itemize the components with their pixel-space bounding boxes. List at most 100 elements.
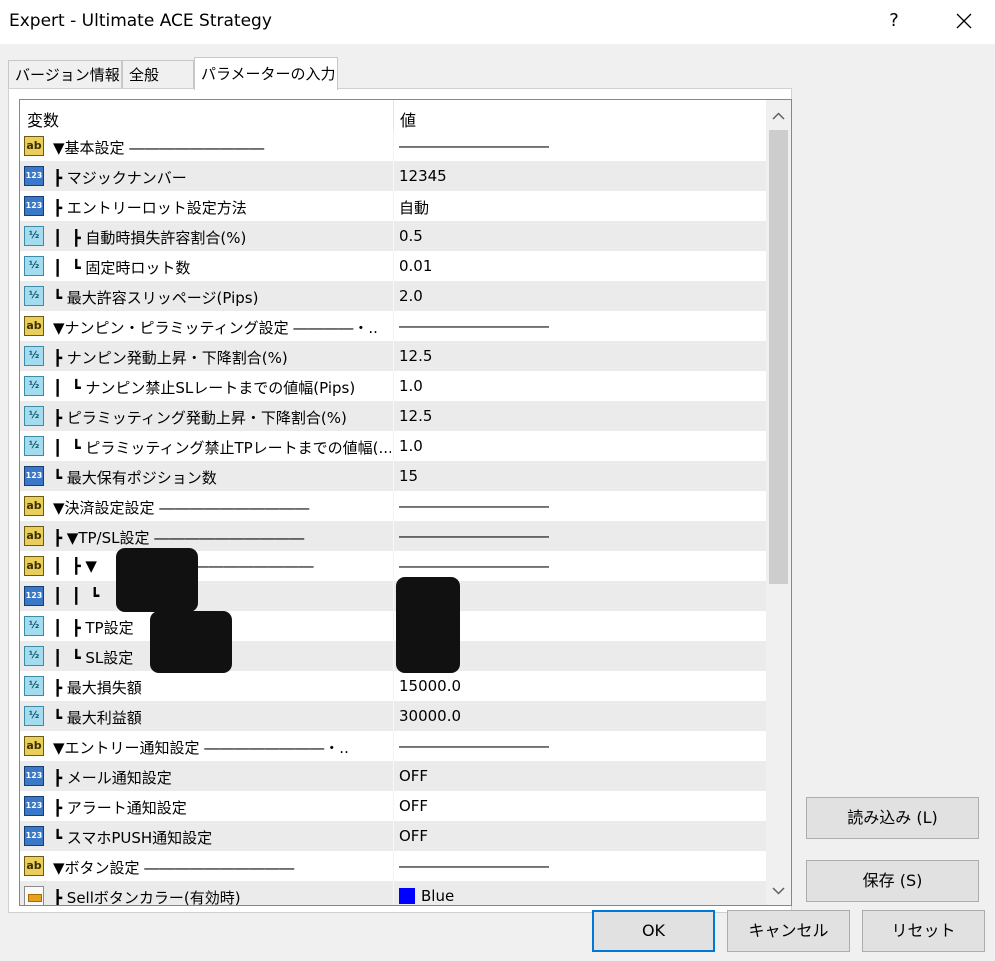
parameter-row[interactable]: 123 ┣ エントリーロット設定方法 自動 <box>20 191 766 221</box>
double-half-icon: ½ <box>24 616 44 636</box>
parameter-row[interactable]: ½ ┗ 最大許容スリッページ(Pips) 2.0 <box>20 281 766 311</box>
column-header-value[interactable]: 値 <box>400 107 416 131</box>
parameter-row[interactable]: 123 ┣ マジックナンバー 12345 <box>20 161 766 191</box>
redaction-block <box>150 611 232 673</box>
parameter-value[interactable]: 1.0 <box>399 437 759 455</box>
parameter-value-text: ―――――――――― <box>399 497 549 515</box>
parameter-row[interactable]: ½ ┃ ┗ ピラミッティング禁止TPレートまでの値幅(... 1.0 <box>20 431 766 461</box>
vertical-scrollbar[interactable] <box>766 100 791 905</box>
parameter-value-text: 0.5 <box>399 227 423 245</box>
row-divider <box>393 701 394 731</box>
row-divider <box>393 491 394 521</box>
parameter-row[interactable]: ab ▼エントリー通知設定 ――――――――・.. ―――――――――― <box>20 731 766 761</box>
parameter-value-text: ―――――――――― <box>399 857 549 875</box>
scroll-thumb[interactable] <box>769 130 788 584</box>
scroll-up-button[interactable] <box>766 103 791 129</box>
column-divider[interactable] <box>393 100 394 131</box>
help-button[interactable]: ? <box>876 6 912 36</box>
parameter-value[interactable]: ―――――――――― <box>399 737 759 755</box>
parameter-value[interactable]: ―――――――――― <box>399 527 759 545</box>
row-divider <box>393 791 394 821</box>
load-button[interactable]: 読み込み (L) <box>806 797 979 839</box>
parameter-value[interactable]: 0.01 <box>399 257 759 275</box>
parameter-name: ▼エントリー通知設定 ――――――――・.. <box>53 739 349 757</box>
integer-123-icon: 123 <box>24 766 44 786</box>
parameter-value[interactable]: ―――――――――― <box>399 317 759 335</box>
scroll-down-button[interactable] <box>766 878 791 904</box>
color-icon <box>24 886 44 905</box>
parameter-value[interactable]: 12.5 <box>399 347 759 365</box>
row-divider <box>393 371 394 401</box>
parameter-value-text: 2.0 <box>399 287 423 305</box>
double-half-icon: ½ <box>24 646 44 666</box>
parameter-row[interactable]: ½ ┣ ナンピン発動上昇・下降割合(%) 12.5 <box>20 341 766 371</box>
parameter-value-text: OFF <box>399 827 429 845</box>
parameter-value[interactable]: 自動 <box>399 197 759 218</box>
parameter-row[interactable]: 123 ┗ 最大保有ポジション数 15 <box>20 461 766 491</box>
parameter-row[interactable]: ┣ Sellボタンカラー(有効時) Blue <box>20 881 766 905</box>
parameter-value[interactable]: 0.5 <box>399 227 759 245</box>
parameter-row[interactable]: ½ ┃ ┗ 固定時ロット数 0.01 <box>20 251 766 281</box>
parameter-row[interactable]: ½ ┃ ┣ 自動時損失許容割合(%) 0.5 <box>20 221 766 251</box>
parameter-name: ┗ 最大保有ポジション数 <box>53 469 217 487</box>
parameter-value[interactable]: ―――――――――― <box>399 557 759 575</box>
parameter-row[interactable]: ½ ┃ ┗ ナンピン禁止SLレートまでの値幅(Pips) 1.0 <box>20 371 766 401</box>
tab-general[interactable]: 全般 <box>122 60 194 89</box>
parameter-value[interactable]: 15 <box>399 467 759 485</box>
parameter-value[interactable]: 2.0 <box>399 287 759 305</box>
parameter-value[interactable]: 15000.0 <box>399 677 759 695</box>
parameter-value[interactable]: ―――――――――― <box>399 137 759 155</box>
parameter-name: ┣ ナンピン発動上昇・下降割合(%) <box>53 349 288 367</box>
parameter-row[interactable]: ½ ┣ 最大損失額 15000.0 <box>20 671 766 701</box>
title-bar: Expert - Ultimate ACE Strategy ? <box>0 0 995 44</box>
parameter-value[interactable]: Blue <box>399 887 759 905</box>
integer-123-icon: 123 <box>24 586 44 606</box>
save-button[interactable]: 保存 (S) <box>806 860 979 902</box>
parameter-name: ┣ アラート通知設定 <box>53 799 187 817</box>
parameter-value[interactable]: ―――――――――― <box>399 857 759 875</box>
column-header-variable[interactable]: 変数 <box>27 107 59 131</box>
row-divider <box>393 881 394 905</box>
row-divider <box>393 611 394 641</box>
parameter-row[interactable]: 123 ┣ メール通知設定 OFF <box>20 761 766 791</box>
row-divider <box>393 281 394 311</box>
parameter-value[interactable]: 30000.0 <box>399 707 759 725</box>
parameter-row[interactable]: 123 ┗ スマホPUSH通知設定 OFF <box>20 821 766 851</box>
parameter-row[interactable]: ½ ┃ ┣ TP設定 <box>20 611 766 641</box>
ok-button[interactable]: OK <box>592 910 715 952</box>
parameter-value[interactable]: ―――――――――― <box>399 497 759 515</box>
parameter-list[interactable]: 変数 値 ab ▼基本設定 ――――――――― ―――――――――― 123 ┣ マジッ… <box>19 99 792 906</box>
parameter-row[interactable]: 123 ┣ アラート通知設定 OFF <box>20 791 766 821</box>
parameter-name: ┃ ┣ 自動時損失許容割合(%) <box>53 229 247 247</box>
parameter-value-text: 1.0 <box>399 377 423 395</box>
parameter-name: ┣ 最大損失額 <box>53 679 142 697</box>
parameter-name: ┃ ┃ ┗ <box>53 587 100 605</box>
close-button[interactable] <box>944 6 984 36</box>
double-half-icon: ½ <box>24 286 44 306</box>
parameter-value[interactable]: OFF <box>399 827 759 845</box>
row-divider <box>393 221 394 251</box>
tab-version-info[interactable]: バージョン情報 <box>8 60 122 89</box>
parameter-value[interactable]: 12345 <box>399 167 759 185</box>
row-divider <box>393 431 394 461</box>
parameter-row[interactable]: ab ┣ ▼TP/SL設定 ―――――――――― ―――――――――― <box>20 521 766 551</box>
parameter-value[interactable]: OFF <box>399 797 759 815</box>
parameter-row[interactable]: ab ▼ボタン設定 ―――――――――― ―――――――――― <box>20 851 766 881</box>
parameter-value[interactable]: OFF <box>399 767 759 785</box>
parameter-name: ┃ ┣ ▼ ―――――――――― <box>53 557 314 575</box>
row-divider <box>393 521 394 551</box>
reset-button[interactable]: リセット <box>862 910 985 952</box>
window-title: Expert - Ultimate ACE Strategy <box>9 11 272 31</box>
parameter-row[interactable]: ab ▼ナンピン・ピラミッティング設定 ――――・.. ―――――――――― <box>20 311 766 341</box>
parameter-row[interactable]: ab ▼基本設定 ――――――――― ―――――――――― <box>20 131 766 161</box>
parameter-row[interactable]: ab ▼決済設定設定 ―――――――――― ―――――――――― <box>20 491 766 521</box>
tab-input-parameters[interactable]: パラメーターの入力 <box>194 57 338 90</box>
ab-string-icon: ab <box>24 316 44 336</box>
cancel-button[interactable]: キャンセル <box>727 910 850 952</box>
parameter-value-text: ―――――――――― <box>399 317 549 335</box>
parameter-value[interactable]: 1.0 <box>399 377 759 395</box>
parameter-row[interactable]: ½ ┗ 最大利益額 30000.0 <box>20 701 766 731</box>
parameter-row[interactable]: ½ ┣ ピラミッティング発動上昇・下降割合(%) 12.5 <box>20 401 766 431</box>
parameter-row[interactable]: ½ ┃ ┗ SL設定 <box>20 641 766 671</box>
parameter-value[interactable]: 12.5 <box>399 407 759 425</box>
